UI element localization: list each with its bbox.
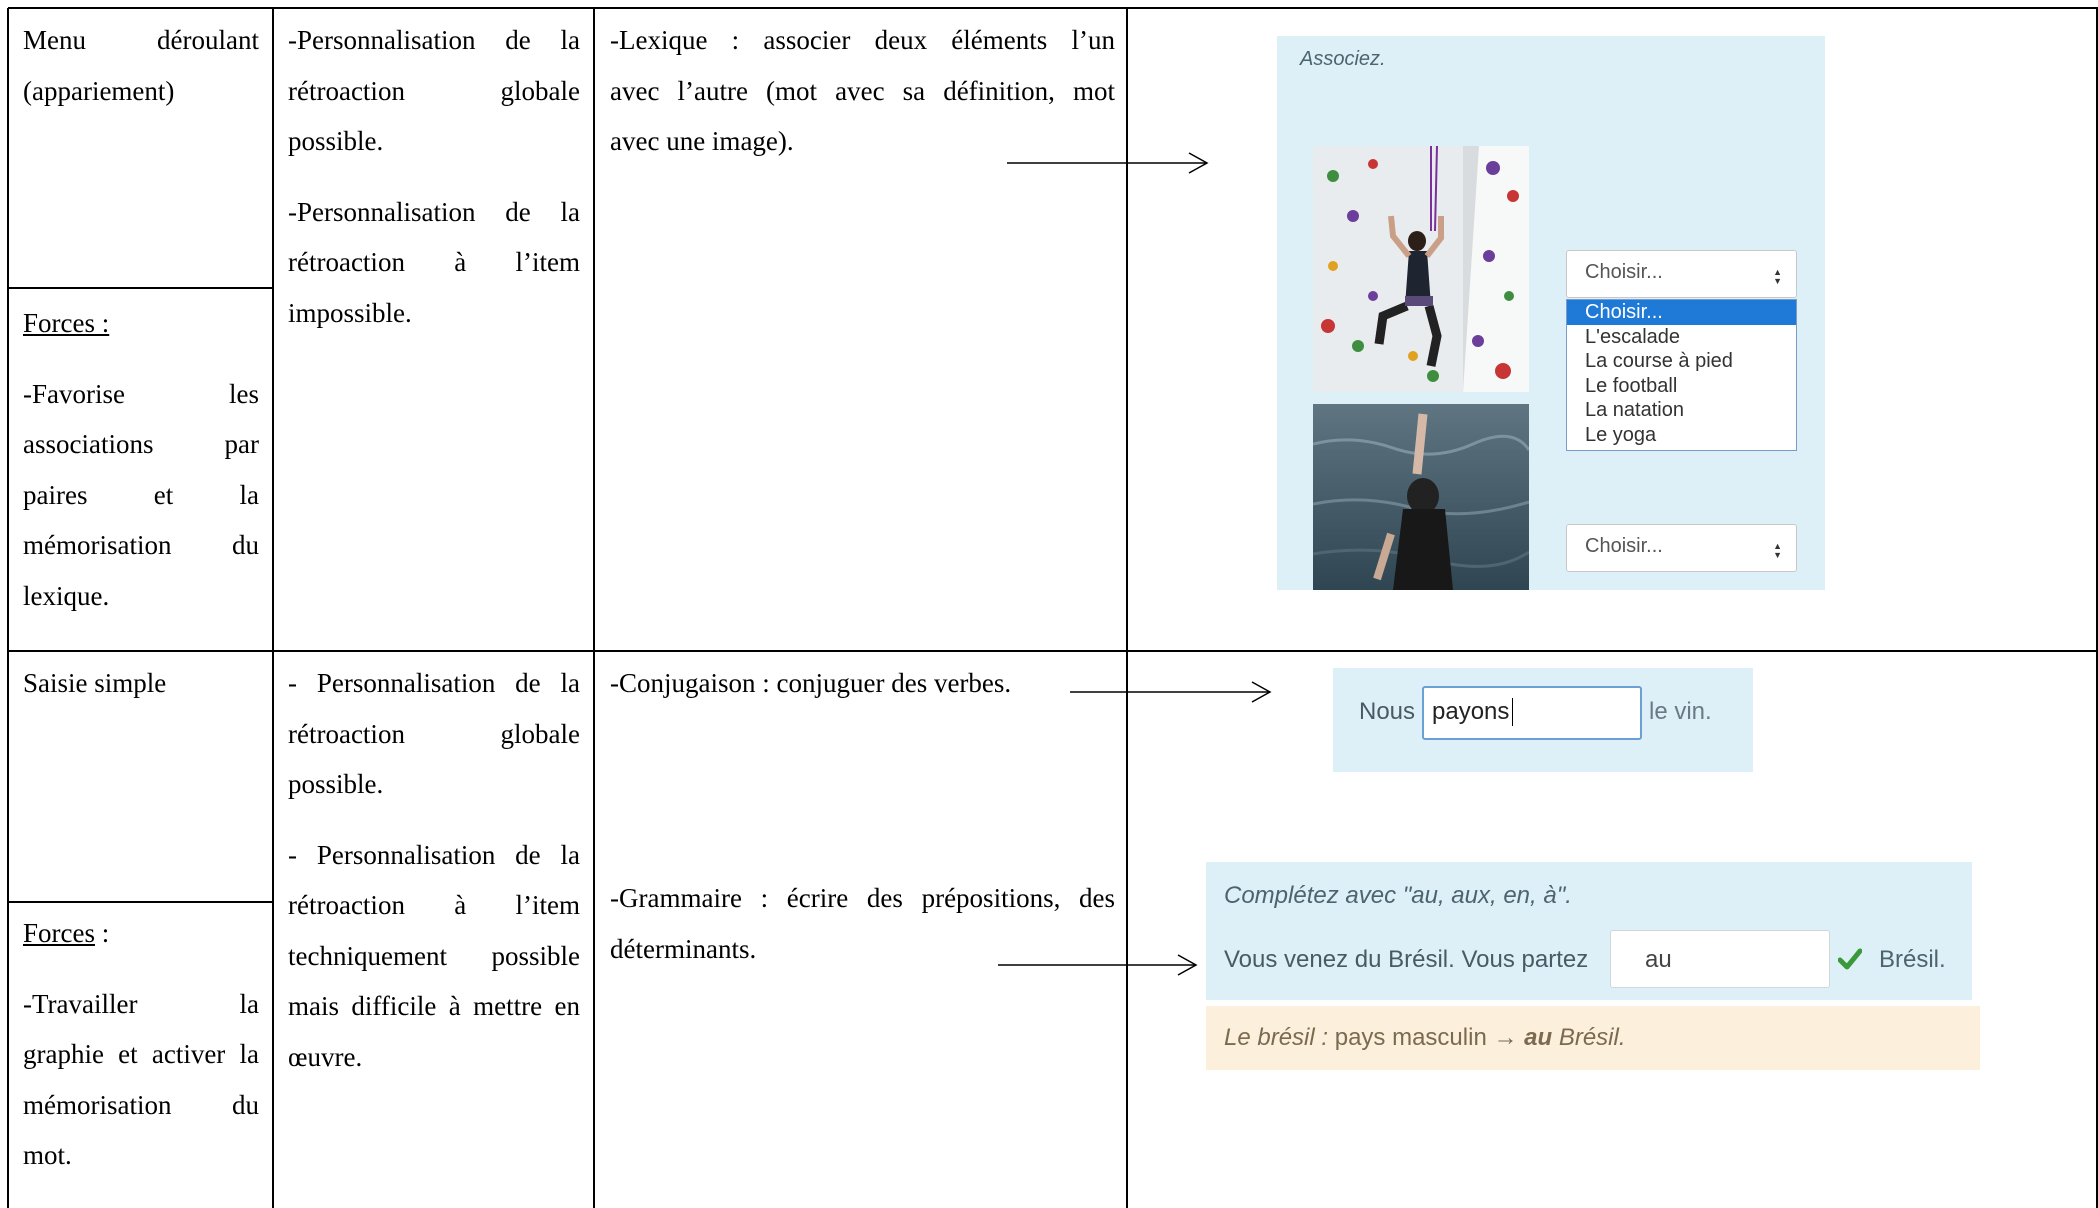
row2-forces-line3: mémorisation du (23, 1089, 259, 1120)
row1-forces-cell: Forces : -Favorise les associations par … (23, 298, 259, 621)
row1-fb-p2-l3: impossible. (288, 297, 412, 328)
gram-instruction: Complétez avec "au, aux, en, à". (1224, 882, 1572, 909)
row2-fb-p1-l1: - Personnalisation de la (288, 668, 580, 698)
dropdown-option[interactable]: La course à pied (1567, 349, 1796, 374)
col-divider-3 (1126, 8, 1128, 1208)
feedback-answer: au (1524, 1024, 1553, 1051)
row2-forces-label: Forces (23, 918, 95, 948)
row1-fb-p1-l2: rétroaction globale (288, 75, 580, 106)
row2-forces-line4: mot. (23, 1140, 72, 1170)
row1-forces-line4: mémorisation du (23, 530, 259, 560)
grammar-feedback-text: Le brésil : pays masculin → au Brésil. (1224, 1024, 1626, 1052)
gram-suffix: Brésil. (1879, 946, 1946, 973)
row2-conj-cell: -Conjugaison : conjuguer des verbes. (610, 658, 1115, 709)
row2-type-title: Saisie simple (23, 668, 167, 698)
gram-input-value: au (1645, 946, 1672, 973)
conj-prefix: Nous (1359, 698, 1416, 725)
climbing-photo (1313, 146, 1529, 392)
checkmark-icon (1838, 948, 1862, 970)
row2-forces-suffix: : (94, 918, 110, 948)
swimming-photo (1313, 404, 1529, 590)
row2-fb-p2-l4: mais difficile à mettre en (288, 991, 580, 1021)
row1-usage-l2: avec l’autre (mot avec sa définition, mo… (610, 75, 1115, 106)
table-left-border (7, 8, 9, 1208)
dropdown-option[interactable]: L'escalade (1567, 325, 1796, 350)
row2-feedback-cell: - Personnalisation de la rétroaction glo… (288, 658, 580, 1082)
dropdown-option[interactable]: Le yoga (1567, 423, 1796, 448)
row2-fb-p1-l3: possible. (288, 769, 384, 799)
row1-type-cell: Menu déroulant (appariement) (23, 15, 259, 116)
conj-answer-input[interactable]: payons (1422, 686, 1642, 740)
grammar-feedback-box: Le brésil : pays masculin → au Brésil. (1206, 1006, 1980, 1070)
feedback-explanation: pays masculin → (1328, 1024, 1525, 1051)
row2-fb-p2-l2: rétroaction à l’item (288, 890, 580, 920)
row2-conj-arrow (1070, 681, 1272, 703)
col1-row2-split (8, 901, 273, 903)
row1-fb-p1-l3: possible. (288, 126, 384, 156)
updown-caret-icon: ▲ ▼ (1773, 267, 1782, 286)
match-select-1-dropdown[interactable]: Choisir... L'escalade La course à pied L… (1566, 299, 1797, 451)
gram-prefix: Vous venez du Brésil. Vous partez (1224, 946, 1589, 973)
conj-suffix: le vin. (1649, 698, 1712, 725)
row1-forces-label: Forces : (23, 308, 110, 338)
feedback-term: Le brésil : (1224, 1024, 1329, 1051)
table-top-border (8, 7, 2098, 9)
row1-type-line1: Menu déroulant (23, 25, 259, 55)
row1-forces-line3: paires et la (23, 479, 259, 510)
match-select-2-label: Choisir... (1585, 535, 1663, 557)
dropdown-option[interactable]: La natation (1567, 398, 1796, 423)
dropdown-option[interactable]: Choisir... (1567, 300, 1796, 325)
row2-gram-arrow (998, 954, 1198, 976)
row1-arrow (1007, 152, 1209, 174)
match-select-2[interactable]: Choisir... ▲ ▼ (1566, 524, 1797, 572)
text-cursor (1512, 698, 1513, 726)
row1-usage-cell: -Lexique : associer deux éléments l’un a… (610, 15, 1115, 167)
updown-caret-icon: ▲ ▼ (1773, 541, 1782, 560)
conj-input-value: payons (1432, 698, 1510, 725)
row2-forces-line1: -Travailler la (23, 988, 259, 1019)
match-select-1-label: Choisir... (1585, 261, 1663, 283)
col1-row1-split (8, 287, 273, 289)
matching-instruction: Associez. (1300, 48, 1386, 70)
row2-fb-p2-l3: techniquement possible (288, 940, 580, 971)
row2-type-cell: Saisie simple (23, 658, 259, 709)
row2-forces-line2: graphie et activer la (23, 1039, 259, 1069)
conjugation-question-screenshot: Nous payons le vin. (1333, 668, 1753, 772)
row1-fb-p2-l2: rétroaction à l’item (288, 247, 580, 277)
row2-fb-p2-l5: œuvre. (288, 1041, 363, 1072)
row-divider (8, 650, 2098, 652)
row1-forces-line1: -Favorise les (23, 378, 259, 409)
row2-fb-p2-l1: - Personnalisation de la (288, 839, 580, 870)
row2-gram-l1: -Grammaire : écrire des prépositions, de… (610, 883, 1115, 913)
col-divider-2 (593, 8, 595, 1208)
row2-forces-cell: Forces : -Travailler la graphie et activ… (23, 908, 259, 1181)
grammar-question-screenshot: Complétez avec "au, aux, en, à". Vous ve… (1206, 862, 1972, 1000)
dropdown-option[interactable]: Le football (1567, 374, 1796, 399)
row1-forces-line2: associations par (23, 429, 259, 459)
col-divider-1 (272, 8, 274, 1208)
row2-conj-text: -Conjugaison : conjuguer des verbes. (610, 668, 1012, 698)
matching-question-screenshot: Associez. Choisir... ▲ ▼ Choisir... L'es… (1277, 36, 1825, 590)
match-select-1[interactable]: Choisir... ▲ ▼ (1566, 250, 1797, 298)
row1-usage-l1: -Lexique : associer deux éléments l’un (610, 25, 1115, 55)
row1-fb-p2-l1: -Personnalisation de la (288, 196, 580, 227)
row1-forces-line5: lexique. (23, 580, 110, 611)
row1-type-line2: (appariement) (23, 75, 175, 106)
row2-fb-p1-l2: rétroaction globale (288, 718, 580, 749)
row1-feedback-cell: -Personnalisation de la rétroaction glob… (288, 15, 580, 338)
row1-fb-p1-l1: -Personnalisation de la (288, 25, 580, 55)
gram-answer-input[interactable]: au (1610, 930, 1830, 988)
feedback-term-end: Brésil. (1552, 1024, 1626, 1051)
